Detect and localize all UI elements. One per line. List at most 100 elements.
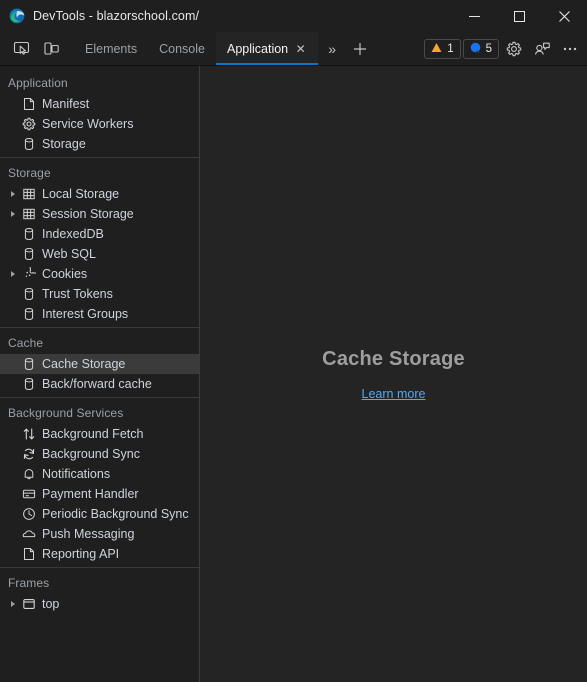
disclosure-arrow-icon [6,380,20,388]
sidebar-item-label: Trust Tokens [42,287,113,301]
warning-count: 1 [447,43,454,55]
document-icon [20,547,38,561]
sidebar-item-payment-handler[interactable]: Payment Handler [0,484,199,504]
disclosure-arrow-icon [6,360,20,368]
disclosure-arrow-icon [6,470,20,478]
database-icon [20,227,38,241]
sidebar-item-web-sql[interactable]: Web SQL [0,244,199,264]
section-title: Storage [8,166,51,180]
close-button[interactable] [542,0,587,32]
issue-circle-icon [470,42,481,56]
disclosure-arrow-icon [6,310,20,318]
tab-label: Application [226,41,289,56]
page-title: Cache Storage [322,347,465,370]
devtools-tab-bar: Elements Console Application ✕ » 1 5 [0,32,587,66]
sidebar-section-application: Application Manifest Service Workers Sto… [0,68,199,157]
title-bar-left: DevTools - blazorschool.com/ [0,8,199,24]
issues-badge[interactable]: 5 [462,39,499,59]
sidebar-item-push-messaging[interactable]: Push Messaging [0,524,199,544]
devtools-window: DevTools - blazorschool.com/ Elements Co… [0,0,587,682]
sidebar-item-storage[interactable]: Storage [0,134,199,154]
database-icon [20,137,38,151]
title-bar: DevTools - blazorschool.com/ [0,0,587,32]
database-icon [20,247,38,261]
sidebar-item-indexeddb[interactable]: IndexedDB [0,224,199,244]
window-title: DevTools - blazorschool.com/ [33,9,200,23]
disclosure-arrow-icon[interactable] [6,270,20,278]
sidebar-item-label: top [42,597,60,611]
disclosure-arrow-icon[interactable] [6,210,20,218]
sidebar-item-top-frame[interactable]: top [0,594,199,614]
sidebar-item-interest-groups[interactable]: Interest Groups [0,304,199,324]
sidebar-item-session-storage[interactable]: Session Storage [0,204,199,224]
updown-arrows-icon [20,427,38,441]
minimize-button[interactable] [452,0,497,32]
close-icon[interactable]: ✕ [294,42,307,55]
section-title: Cache [8,336,44,350]
sidebar-item-label: Reporting API [42,547,120,561]
tab-application[interactable]: Application ✕ [215,32,319,65]
disclosure-arrow-icon [6,290,20,298]
disclosure-arrow-icon[interactable] [6,600,20,608]
sidebar-item-label: Notifications [42,467,111,481]
section-title: Background Services [8,406,124,420]
sidebar-item-background-sync[interactable]: Background Sync [0,444,199,464]
disclosure-arrow-icon [6,550,20,558]
cloud-icon [20,527,38,541]
sidebar-item-service-workers[interactable]: Service Workers [0,114,199,134]
bell-icon [20,467,38,481]
window-controls [452,0,587,32]
sidebar-item-periodic-background-sync[interactable]: Periodic Background Sync [0,504,199,524]
sidebar-item-manifest[interactable]: Manifest [0,94,199,114]
cookie-icon [20,267,38,281]
sidebar-item-back-forward-cache[interactable]: Back/forward cache [0,374,199,394]
disclosure-arrow-icon [6,230,20,238]
gear-icon[interactable] [501,36,527,62]
table-icon [20,207,38,221]
sidebar-item-reporting-api[interactable]: Reporting API [0,544,199,564]
sidebar-item-background-fetch[interactable]: Background Fetch [0,424,199,444]
sidebar-item-notifications[interactable]: Notifications [0,464,199,484]
sidebar-item-label: Periodic Background Sync [42,507,189,521]
database-icon [20,287,38,301]
more-tabs-button[interactable]: » [318,32,346,65]
section-title: Application [8,76,68,90]
ellipsis-icon[interactable] [557,36,583,62]
sidebar-item-label: Payment Handler [42,487,139,501]
disclosure-arrow-icon [6,250,20,258]
sidebar-item-label: Web SQL [42,247,96,261]
sidebar-item-label: Back/forward cache [42,377,152,391]
sidebar-item-cookies[interactable]: Cookies [0,264,199,284]
cache-storage-panel: Cache Storage Learn more [200,66,587,682]
application-sidebar[interactable]: Application Manifest Service Workers Sto… [0,66,200,682]
disclosure-arrow-icon [6,120,20,128]
sidebar-item-label: IndexedDB [42,227,104,241]
disclosure-arrow-icon [6,140,20,148]
maximize-button[interactable] [497,0,542,32]
sidebar-section-storage: Storage Local Storage Session Storage In… [0,157,199,327]
sidebar-item-label: Storage [42,137,86,151]
frame-icon [20,597,38,611]
learn-more-link[interactable]: Learn more [362,387,426,401]
add-tab-button[interactable] [346,32,374,65]
disclosure-arrow-icon [6,100,20,108]
section-title: Frames [8,576,50,590]
sidebar-item-local-storage[interactable]: Local Storage [0,184,199,204]
sidebar-item-label: Local Storage [42,187,120,201]
feedback-icon[interactable] [529,36,555,62]
sidebar-item-label: Service Workers [42,117,134,131]
sidebar-item-label: Push Messaging [42,527,135,541]
issues-count: 5 [485,43,492,55]
inspect-element-icon[interactable] [6,32,36,65]
device-toolbar-icon[interactable] [36,32,66,65]
tab-console[interactable]: Console [148,32,216,65]
tab-elements[interactable]: Elements [74,32,148,65]
sidebar-item-trust-tokens[interactable]: Trust Tokens [0,284,199,304]
tab-label: Console [159,41,205,56]
disclosure-arrow-icon[interactable] [6,190,20,198]
sync-icon [20,447,38,461]
sidebar-item-label: Cache Storage [42,357,126,371]
sidebar-item-cache-storage[interactable]: Cache Storage [0,354,199,374]
warning-badge[interactable]: 1 [424,39,461,59]
table-icon [20,187,38,201]
